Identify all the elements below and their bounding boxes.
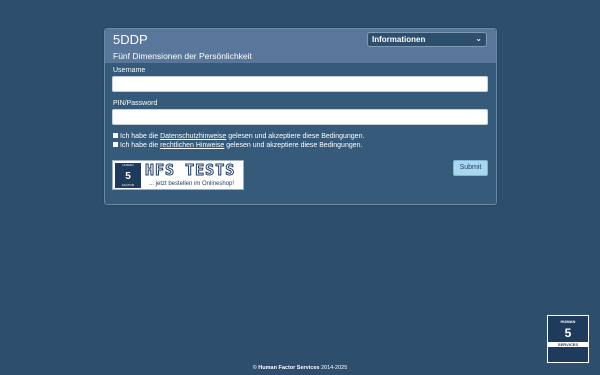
corner-logo-mid: 5 bbox=[564, 326, 572, 340]
legal-checkbox[interactable] bbox=[113, 142, 118, 147]
privacy-suffix: gelesen und akzeptiere diese Bedingungen… bbox=[226, 133, 365, 140]
info-select-value: Informationen bbox=[372, 35, 426, 44]
app-title: 5DDP bbox=[113, 32, 148, 47]
legal-consent-row: Ich habe die rechtlichen Hinweise gelese… bbox=[113, 141, 362, 150]
footer-company: Human Factor Services bbox=[258, 365, 320, 371]
password-field[interactable] bbox=[112, 109, 488, 125]
copyright-symbol: © bbox=[252, 365, 257, 371]
chevron-down-icon: ⌄ bbox=[475, 34, 482, 43]
legal-suffix: gelesen und akzeptiere diese Bedingungen… bbox=[224, 142, 363, 149]
hfs-tests-banner[interactable]: HUMAN 5 FACTOR HFS TESTS ... jetzt beste… bbox=[112, 160, 244, 190]
username-label: Username bbox=[113, 67, 146, 74]
info-select[interactable]: Informationen ⌄ bbox=[367, 32, 487, 47]
footer: © Human Factor Services 2014-2025 bbox=[0, 365, 600, 371]
panel-header: 5DDP Fünf Dimensionen der Persönlichkeit… bbox=[105, 29, 496, 63]
hfs-mark-mid: 5 bbox=[125, 171, 131, 182]
hfs-mark-top: HUMAN bbox=[122, 163, 134, 167]
footer-years: 2014-2025 bbox=[320, 365, 348, 371]
privacy-link[interactable]: Datenschutzhinweise bbox=[160, 133, 226, 140]
human-factor-logo: HUMAN 5 SERVICES bbox=[547, 315, 589, 363]
legal-prefix: Ich habe die bbox=[120, 142, 161, 149]
username-field[interactable] bbox=[112, 76, 488, 92]
login-panel: 5DDP Fünf Dimensionen der Persönlichkeit… bbox=[104, 28, 497, 205]
password-label: PIN/Password bbox=[113, 100, 158, 107]
hfs-mark-bottom: FACTOR bbox=[121, 183, 135, 187]
hfs-tests-title: HFS TESTS bbox=[144, 161, 236, 180]
privacy-consent-row: Ich habe die Datenschutzhinweise gelesen… bbox=[113, 132, 364, 141]
legal-link[interactable]: rechtlichen Hinweise bbox=[160, 142, 224, 149]
privacy-prefix: Ich habe die bbox=[120, 133, 161, 140]
hfs-order-text: ... jetzt bestellen im Onlineshop! bbox=[149, 181, 235, 187]
corner-logo-bottom: SERVICES bbox=[548, 342, 588, 347]
privacy-checkbox[interactable] bbox=[113, 133, 118, 138]
corner-logo-top: HUMAN bbox=[560, 319, 576, 324]
hfs-mark-logo: HUMAN 5 FACTOR bbox=[115, 163, 141, 188]
submit-button[interactable]: Submit bbox=[453, 160, 488, 176]
app-subtitle: Fünf Dimensionen der Persönlichkeit bbox=[113, 51, 252, 61]
